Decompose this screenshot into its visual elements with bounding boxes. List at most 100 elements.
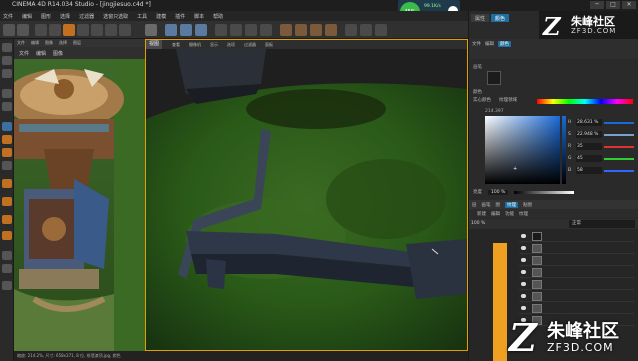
blend-mode-select[interactable]: 正常 <box>569 220 635 228</box>
undo-icon[interactable] <box>3 24 15 36</box>
layer-tab-2[interactable]: 图 <box>496 202 501 208</box>
vp-menu-panel[interactable]: 面板 <box>265 42 273 48</box>
brush-swatch[interactable] <box>487 71 501 85</box>
slider-s[interactable]: S 22.948 % <box>568 131 638 139</box>
snap-icon[interactable] <box>375 24 387 36</box>
slider-r-value[interactable]: 35 <box>576 143 602 150</box>
tex-tab-file[interactable]: 文件 <box>19 50 29 57</box>
bodypaint-icon[interactable] <box>360 24 372 36</box>
menu-plugins[interactable]: 插件 <box>175 13 185 20</box>
light-icon[interactable] <box>325 24 337 36</box>
menu-shape[interactable]: 图形 <box>41 13 51 20</box>
menu-select[interactable]: 选择 <box>60 13 70 20</box>
camera-icon[interactable] <box>310 24 322 36</box>
eye-icon[interactable] <box>521 306 526 310</box>
slider-g-track[interactable] <box>604 158 634 160</box>
viewport-scene[interactable] <box>146 49 467 350</box>
minimize-button[interactable]: ─ <box>590 1 604 9</box>
menu-window-select[interactable]: 选窗只选取 <box>103 13 128 20</box>
slider-b-value[interactable]: 58 <box>576 167 602 174</box>
hand-icon[interactable] <box>2 251 12 260</box>
eye-icon[interactable] <box>521 294 526 298</box>
layer-menu-function[interactable]: 功能 <box>505 211 514 217</box>
array-icon[interactable] <box>260 24 272 36</box>
eraser-icon[interactable] <box>2 135 12 144</box>
list-item[interactable] <box>519 291 634 302</box>
maximize-button[interactable]: □ <box>606 1 620 9</box>
slider-r-track[interactable] <box>604 146 634 148</box>
eye-icon[interactable] <box>521 246 526 250</box>
vp-menu-options[interactable]: 选项 <box>227 42 235 48</box>
rotate-icon[interactable] <box>77 24 89 36</box>
polygons-mode-icon[interactable] <box>2 69 12 78</box>
edges-mode-icon[interactable] <box>2 56 12 65</box>
menu-file[interactable]: 文件 <box>3 13 13 20</box>
mode-texture[interactable]: 纹理领域 <box>499 97 517 103</box>
brush-icon[interactable] <box>2 122 12 131</box>
saturation-picker[interactable]: + <box>485 116 560 184</box>
viewport-tab[interactable]: 视图 <box>146 40 162 49</box>
slider-g-value[interactable]: 45 <box>576 155 602 162</box>
brightness-slider[interactable] <box>514 190 575 194</box>
render-view-icon[interactable] <box>165 24 177 36</box>
tab-color[interactable]: 颜色 <box>491 14 510 22</box>
color-swap-icon[interactable] <box>2 281 12 290</box>
eye-icon[interactable] <box>521 258 526 262</box>
tex-menu-select[interactable]: 选择 <box>59 40 67 46</box>
tex-menu-edit[interactable]: 编辑 <box>31 40 39 46</box>
texture-mode-icon[interactable] <box>2 102 12 111</box>
3d-viewport[interactable]: 视图 查看 摄像机 显示 选项 过滤器 面板 <box>145 39 468 351</box>
menu-edit[interactable]: 编辑 <box>22 13 32 20</box>
eye-icon[interactable] <box>521 282 526 286</box>
list-item[interactable] <box>519 255 634 266</box>
list-item[interactable] <box>519 267 634 278</box>
layout-icon[interactable] <box>345 24 357 36</box>
layer-tab-1[interactable]: 画笔 <box>482 202 491 208</box>
cube-icon[interactable] <box>215 24 227 36</box>
color-tab-color[interactable]: 颜色 <box>498 41 511 47</box>
deformer-icon[interactable] <box>280 24 292 36</box>
nurbs-icon[interactable] <box>245 24 257 36</box>
layer-tab-3[interactable]: 纹理 <box>505 201 518 208</box>
redo-icon[interactable] <box>17 24 29 36</box>
eye-icon[interactable] <box>521 270 526 274</box>
hue-spectrum-bar[interactable] <box>537 99 633 104</box>
text-icon[interactable] <box>2 215 12 224</box>
vp-menu-view[interactable]: 查看 <box>172 42 180 48</box>
brightness-value[interactable]: 100 % <box>488 189 509 195</box>
y-axis-icon[interactable] <box>105 24 117 36</box>
tex-tab-edit[interactable]: 编辑 <box>36 50 46 57</box>
slider-h-track[interactable] <box>604 122 634 124</box>
list-item[interactable] <box>519 231 634 242</box>
scale-icon[interactable] <box>63 24 75 36</box>
slider-h[interactable]: H 28.631 % <box>568 119 638 127</box>
move-icon[interactable] <box>49 24 61 36</box>
tex-menu-layer[interactable]: 图层 <box>73 40 81 46</box>
color-tab-edit[interactable]: 编辑 <box>485 41 494 47</box>
points-mode-icon[interactable] <box>2 43 12 52</box>
slider-r[interactable]: R 35 <box>568 143 638 151</box>
tex-menu-file[interactable]: 文件 <box>17 40 25 46</box>
vp-menu-display[interactable]: 显示 <box>210 42 218 48</box>
tex-menu-image[interactable]: 图像 <box>45 40 53 46</box>
model-mode-icon[interactable] <box>2 89 12 98</box>
layer-menu-new[interactable]: 新建 <box>477 211 486 217</box>
zoom-icon[interactable] <box>2 264 12 273</box>
layer-opacity[interactable]: 100 % <box>471 221 485 226</box>
menu-help[interactable]: 帮助 <box>213 13 223 20</box>
color-tab-file[interactable]: 文件 <box>472 41 481 47</box>
render-picture-icon[interactable] <box>180 24 192 36</box>
paint-icon[interactable] <box>145 24 157 36</box>
tab-attributes[interactable]: 属性 <box>471 14 490 22</box>
menu-filter[interactable]: 过滤器 <box>79 13 94 20</box>
eye-icon[interactable] <box>521 234 526 238</box>
z-axis-icon[interactable] <box>119 24 131 36</box>
list-item[interactable] <box>519 279 634 290</box>
mode-solid[interactable]: 实心颜色 <box>473 97 491 103</box>
magic-wand-icon[interactable] <box>2 231 12 240</box>
slider-b[interactable]: B 58 <box>568 167 638 175</box>
layer-menu-edit[interactable]: 编辑 <box>491 211 500 217</box>
list-item[interactable] <box>519 243 634 254</box>
selection-icon[interactable] <box>2 197 12 206</box>
pen-icon[interactable] <box>230 24 242 36</box>
